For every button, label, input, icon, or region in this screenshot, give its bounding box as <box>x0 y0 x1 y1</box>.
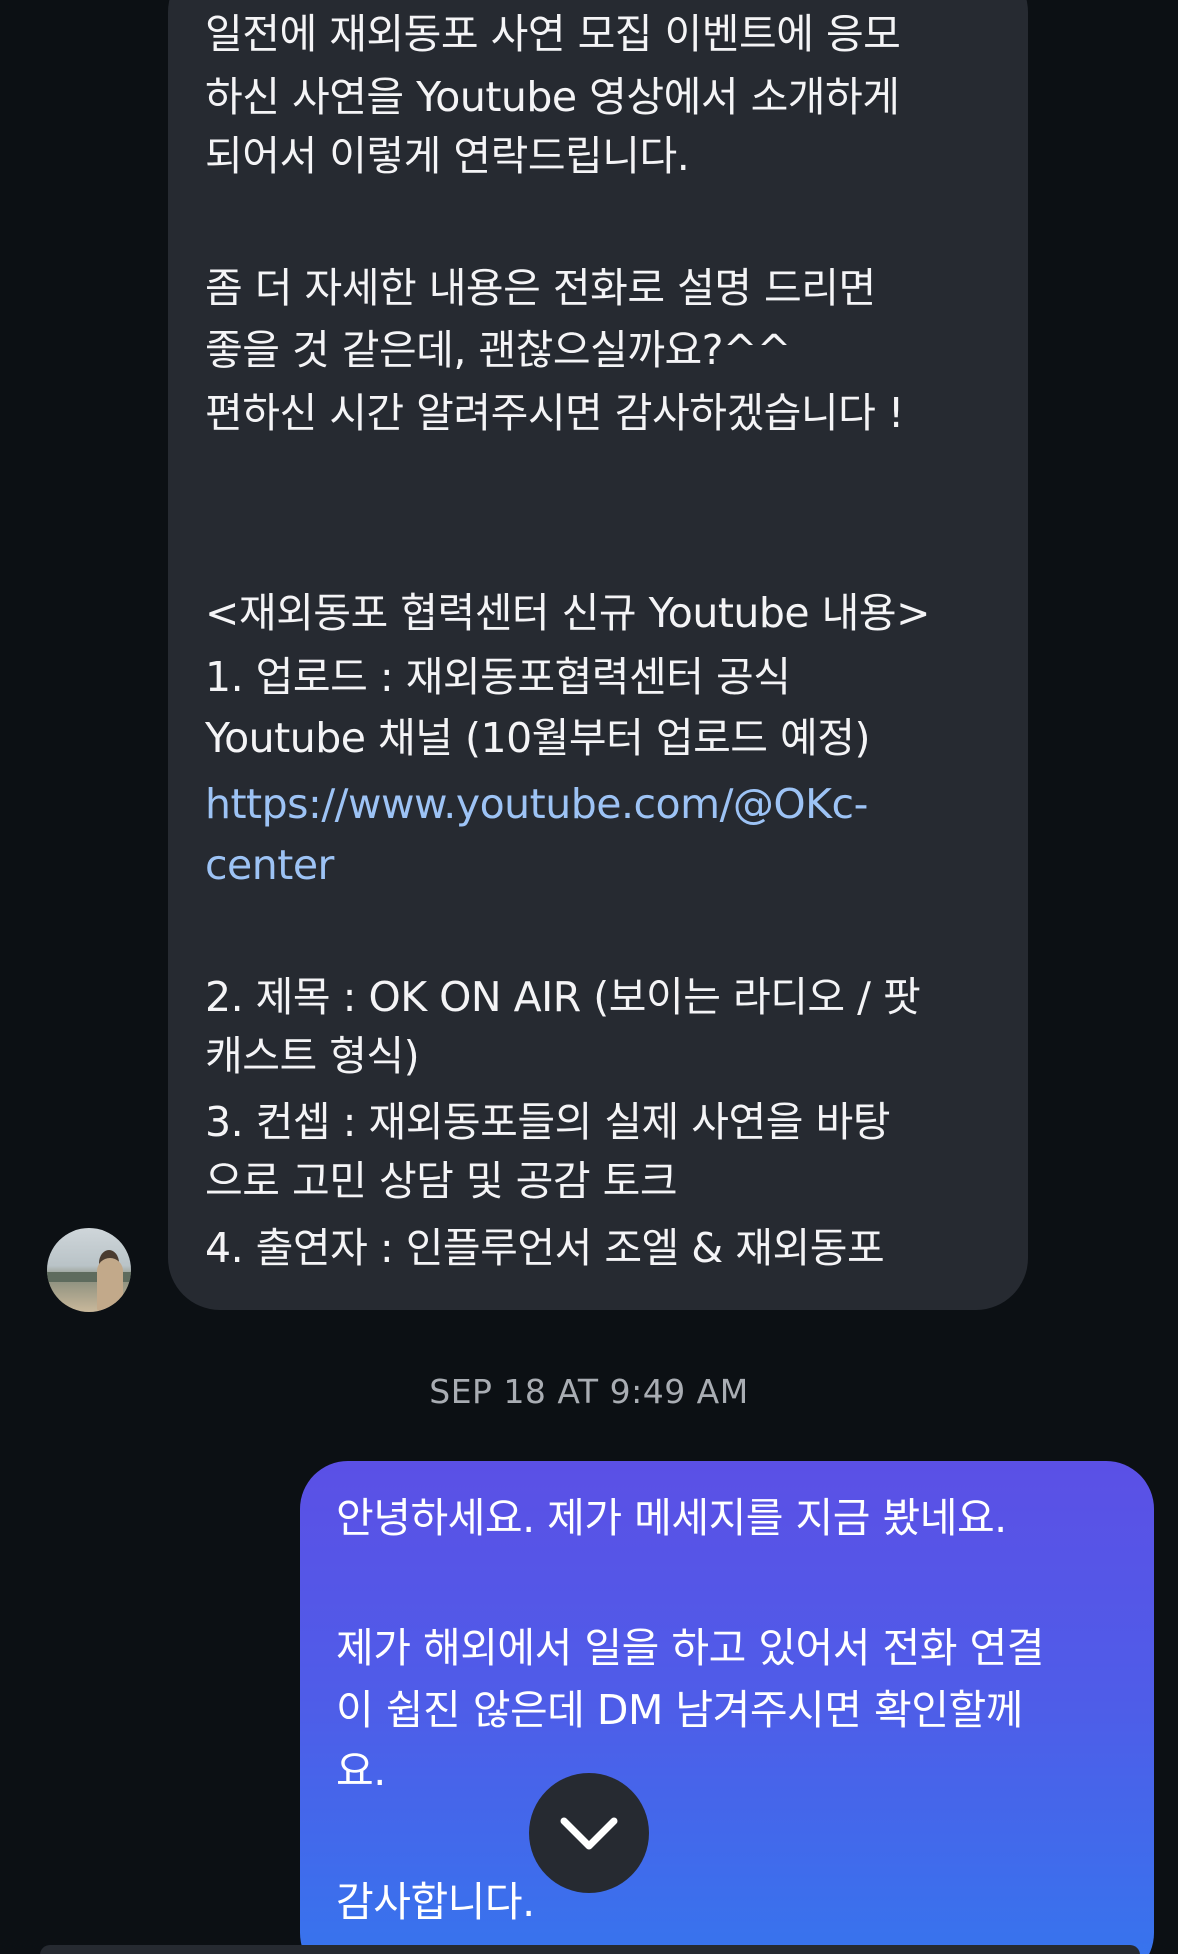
incoming-message-line: 4. 출연자 : 인플루언서 조엘 & 재외동포 <box>205 1224 885 1272</box>
next-message-edge <box>40 1945 1140 1954</box>
incoming-message-line: 좋을 것 같은데, 괜찮으실까요?^^ <box>205 326 791 374</box>
incoming-message-line: 되어서 이렇게 연락드립니다. <box>205 132 690 180</box>
incoming-message-line: <재외동포 협력센터 신규 Youtube 내용> <box>205 589 930 637</box>
incoming-message-line: Youtube 채널 (10월부터 업로드 예정) <box>205 714 870 762</box>
outgoing-message-line: 이 쉽진 않은데 DM 남겨주시면 확인할께 <box>336 1686 1023 1734</box>
incoming-message-line: 으로 고민 상담 및 공감 토크 <box>205 1157 678 1205</box>
incoming-message-line: 3. 컨셉 : 재외동포들의 실제 사연을 바탕 <box>205 1098 890 1146</box>
message-timestamp: SEP 18 AT 9:49 AM <box>429 1372 749 1411</box>
incoming-message-line: 1. 업로드 : 재외동포협력센터 공식 <box>205 653 791 701</box>
youtube-channel-link-continued[interactable]: center <box>205 837 334 893</box>
dm-thread: 일전에 재외동포 사연 모집 이벤트에 응모 하신 사연을 Youtube 영상… <box>0 0 1178 1954</box>
sender-avatar[interactable] <box>47 1228 131 1312</box>
outgoing-message-line: 요. <box>336 1747 386 1795</box>
incoming-message-line: 편하신 시간 알려주시면 감사하겠습니다 ! <box>205 389 904 437</box>
outgoing-message-line: 안녕하세요. 제가 메세지를 지금 봤네요. <box>336 1494 1007 1542</box>
incoming-message-line: 2. 제목 : OK ON AIR (보이는 라디오 / 팟 <box>205 973 921 1021</box>
youtube-channel-link[interactable]: https://www.youtube.com/@OKc- <box>205 776 868 832</box>
incoming-message-line: 일전에 재외동포 사연 모집 이벤트에 응모 <box>205 10 901 58</box>
incoming-message-line: 하신 사연을 Youtube 영상에서 소개하게 <box>205 73 900 121</box>
chevron-down-icon <box>560 1817 618 1850</box>
outgoing-message-line: 제가 해외에서 일을 하고 있어서 전화 연결 <box>336 1624 1044 1672</box>
incoming-message-line: 좀 더 자세한 내용은 전화로 설명 드리면 <box>205 264 876 312</box>
outgoing-message-line: 감사합니다. <box>336 1878 535 1926</box>
incoming-message-line: 캐스트 형식) <box>205 1032 420 1080</box>
scroll-to-bottom-button[interactable] <box>529 1773 649 1893</box>
